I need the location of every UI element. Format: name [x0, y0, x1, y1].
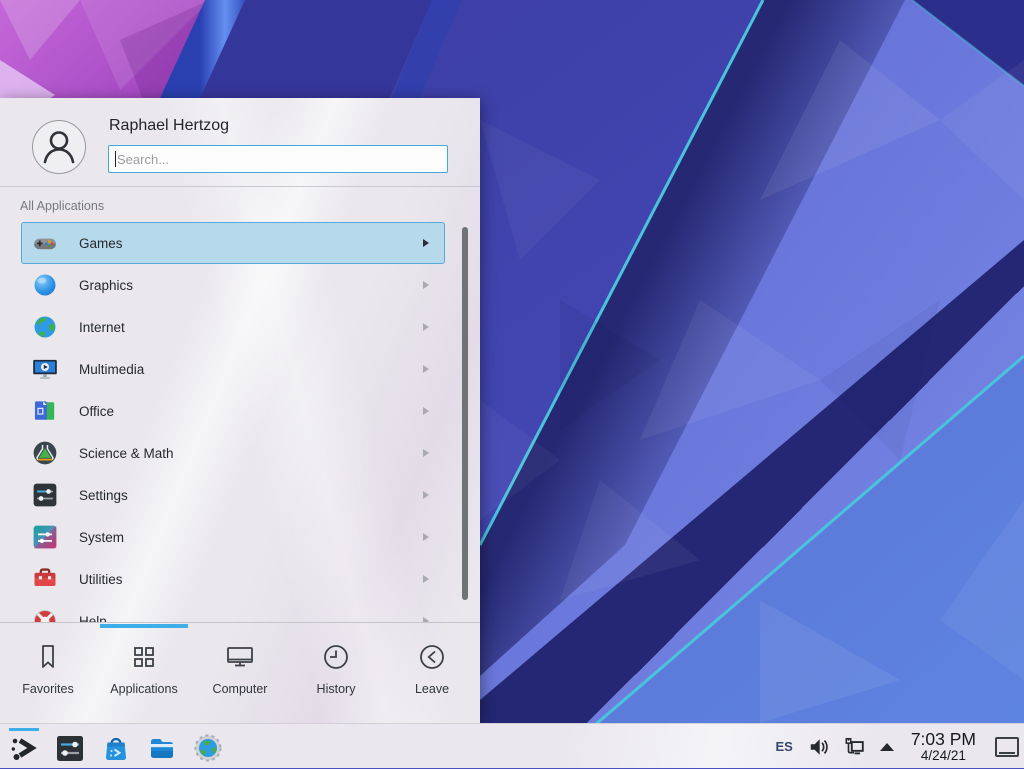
graphics-icon: [31, 271, 59, 299]
discover-button[interactable]: [100, 728, 132, 764]
volume-icon[interactable]: [808, 737, 828, 757]
submenu-arrow-icon: [423, 533, 429, 541]
dolphin-icon: [146, 732, 178, 764]
clock-time: 7:03 PM: [911, 730, 976, 748]
discover-icon: [100, 732, 132, 764]
systemsettings-icon: [54, 732, 86, 764]
tab-computer[interactable]: Computer: [192, 623, 288, 723]
menu-item-label: Games: [79, 236, 123, 251]
menu-item-label: Graphics: [79, 278, 133, 293]
multimedia-icon: [31, 355, 59, 383]
office-icon: [31, 397, 59, 425]
scrollbar-thumb[interactable]: [462, 227, 468, 600]
utilities-icon: [31, 565, 59, 593]
section-label: All Applications: [20, 199, 104, 213]
submenu-arrow-icon: [423, 323, 429, 331]
menu-item-graphics[interactable]: Graphics: [21, 264, 445, 306]
tab-leave[interactable]: Leave: [384, 623, 480, 723]
submenu-arrow-icon: [423, 575, 429, 583]
show-desktop-button[interactable]: [995, 737, 1019, 757]
menu-item-utilities[interactable]: Utilities: [21, 558, 445, 600]
science-icon: [31, 439, 59, 467]
menu-item-label: Office: [79, 404, 114, 419]
menu-item-label: Internet: [79, 320, 125, 335]
menu-item-label: Science & Math: [79, 446, 174, 461]
menu-item-help[interactable]: Help: [21, 600, 445, 623]
history-icon: [320, 641, 352, 673]
menu-item-science-math[interactable]: Science & Math: [21, 432, 445, 474]
tab-label: Favorites: [22, 682, 73, 696]
settings-icon: [31, 481, 59, 509]
tab-favorites[interactable]: Favorites: [0, 623, 96, 723]
menu-item-label: Multimedia: [79, 362, 144, 377]
user-icon: [33, 121, 85, 173]
tab-applications[interactable]: Applications: [96, 623, 192, 723]
clock-date: 4/24/21: [911, 749, 976, 763]
tab-label: Applications: [110, 682, 177, 696]
web-browser-button[interactable]: [192, 728, 224, 764]
keyboard-layout-indicator[interactable]: ES: [775, 739, 792, 754]
user-name: Raphael Hertzog: [109, 117, 229, 135]
network-icon[interactable]: [843, 737, 865, 757]
submenu-arrow-icon: [423, 449, 429, 457]
tab-history[interactable]: History: [288, 623, 384, 723]
menu-item-internet[interactable]: Internet: [21, 306, 445, 348]
launcher-header: Raphael Hertzog: [0, 98, 480, 186]
system-icon: [31, 523, 59, 551]
help-icon: [31, 607, 59, 623]
search-field-wrap: [108, 145, 448, 173]
tab-label: History: [317, 682, 356, 696]
menu-item-label: Utilities: [79, 572, 123, 587]
application-category-list: Games Graphics Internet Multimedia Office Sci…: [0, 222, 480, 623]
tab-label: Leave: [415, 682, 449, 696]
header-divider: [0, 186, 480, 187]
menu-item-office[interactable]: Office: [21, 390, 445, 432]
konqueror-icon: [192, 732, 224, 764]
submenu-arrow-icon: [423, 365, 429, 373]
favorites-icon: [32, 641, 64, 673]
applications-icon: [128, 641, 160, 673]
launcher-tabbar: Favorites Applications Computer History Leav…: [0, 622, 480, 723]
submenu-arrow-icon: [423, 239, 429, 247]
expand-tray-icon[interactable]: [880, 743, 894, 751]
menu-item-games[interactable]: Games: [21, 222, 445, 264]
menu-item-label: System: [79, 530, 124, 545]
menu-item-label: Settings: [79, 488, 128, 503]
search-input[interactable]: [108, 145, 448, 173]
digital-clock[interactable]: 7:03 PM 4/24/21: [911, 730, 976, 763]
submenu-arrow-icon: [423, 491, 429, 499]
file-manager-button[interactable]: [146, 728, 178, 764]
gamepad-icon: [31, 229, 59, 257]
active-tab-indicator: [100, 624, 188, 628]
system-tray: ES 7:03 PM 4/24/21: [775, 724, 1019, 769]
submenu-arrow-icon: [423, 407, 429, 415]
task-launcher-area: [8, 728, 224, 764]
avatar[interactable]: [32, 120, 86, 174]
menu-item-settings[interactable]: Settings: [21, 474, 445, 516]
text-caret: [115, 151, 116, 167]
tab-label: Computer: [213, 682, 268, 696]
system-settings-button[interactable]: [54, 728, 86, 764]
globe-icon: [31, 313, 59, 341]
application-launcher-popup: Raphael Hertzog All Applications Games Gr…: [0, 98, 480, 723]
computer-icon: [224, 641, 256, 673]
application-launcher-button[interactable]: [8, 728, 40, 764]
leave-icon: [416, 641, 448, 673]
menu-item-multimedia[interactable]: Multimedia: [21, 348, 445, 390]
taskbar: ES 7:03 PM 4/24/21: [0, 723, 1024, 768]
desktop: Raphael Hertzog All Applications Games Gr…: [0, 0, 1024, 768]
active-task-indicator: [9, 728, 39, 731]
kickoff-icon: [8, 732, 40, 764]
submenu-arrow-icon: [423, 281, 429, 289]
menu-item-system[interactable]: System: [21, 516, 445, 558]
